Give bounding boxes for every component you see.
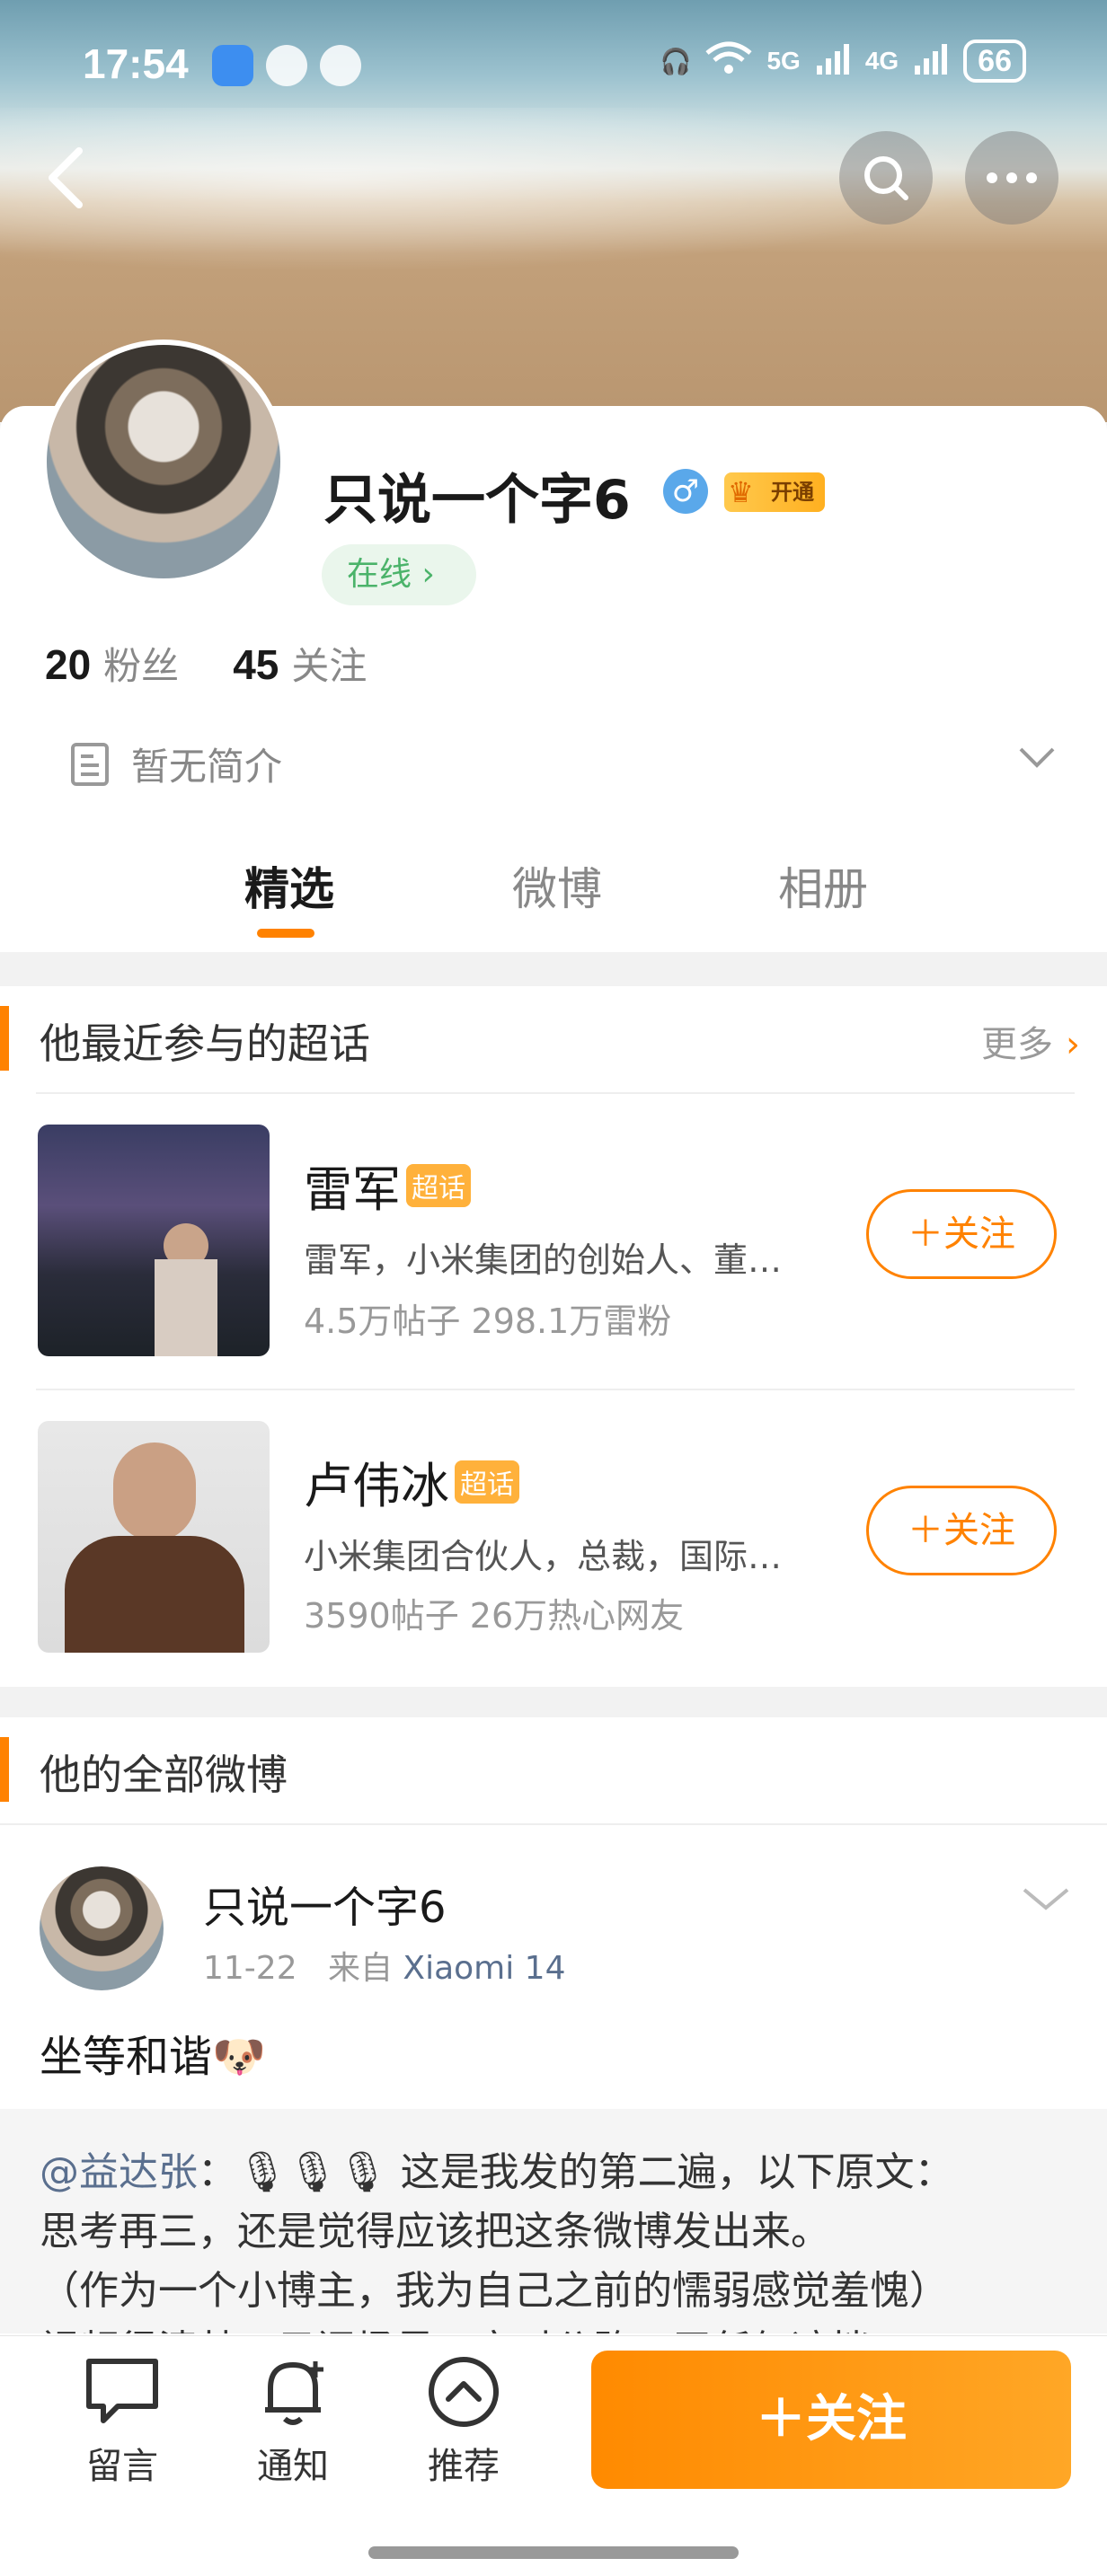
fans-count: 20 — [45, 641, 92, 688]
chevron-left-icon — [49, 147, 83, 208]
post-author-name[interactable]: 只说一个字6 — [203, 1872, 447, 1935]
fans-label: 粉丝 — [103, 644, 180, 688]
profile-tabs: 精选 微博 相册 — [0, 853, 1107, 952]
topic-image-leijun[interactable] — [38, 1125, 270, 1356]
home-indicator[interactable] — [368, 2546, 739, 2559]
post-meta: 11-22 来自 Xiaomi 14 — [203, 1942, 566, 1989]
post-author-avatar[interactable] — [40, 1866, 164, 1990]
post-source: Xiaomi 14 — [403, 1950, 566, 1987]
all-weibo-title: 他的全部微博 — [40, 1751, 288, 1799]
person-body-shape — [65, 1536, 244, 1653]
bio-expand-button[interactable] — [1017, 745, 1057, 774]
repost-line: @益达张：🎙🎙🎙 这是我发的第二遍，以下原文： — [40, 2139, 954, 2197]
super-topic-badge: 超话 — [406, 1163, 471, 1207]
notify-button[interactable]: 通知 — [230, 2354, 356, 2489]
bottom-action-bar: 留言 通知 推荐 ＋关注 — [0, 2335, 1107, 2576]
topic-image-luweibing[interactable] — [38, 1421, 270, 1653]
more-label: 更多 — [981, 1024, 1053, 1065]
topic-stats: 3590帖子 26万热心网友 — [304, 1596, 685, 1636]
post-menu-button[interactable] — [1021, 1884, 1071, 1917]
comment-label: 留言 — [86, 2446, 158, 2487]
super-topics-more-link[interactable]: 更多 › — [981, 1015, 1080, 1067]
topic-stats: 4.5万帖子 298.1万雷粉 — [304, 1301, 672, 1341]
post-date: 11-22 — [203, 1950, 297, 1987]
post-source-prefix: 来自 — [327, 1950, 393, 1987]
status-time: 17:54 — [83, 40, 189, 87]
wifi-icon — [705, 40, 753, 83]
chevron-up-circle-icon — [429, 2357, 499, 2427]
follow-user-button[interactable]: ＋关注 — [591, 2351, 1071, 2489]
following-count: 45 — [233, 641, 279, 688]
section-accent-bar — [0, 1737, 9, 1802]
person-body-shape — [155, 1259, 217, 1356]
repost-line: 思考再三，还是觉得应该把这条微博发出来。 — [40, 2209, 830, 2254]
vip-label: 开通 — [771, 480, 814, 505]
more-options-button[interactable] — [965, 131, 1058, 225]
crown-icon: ♛ — [728, 475, 754, 509]
following-stat[interactable]: 45 关注 — [233, 636, 367, 691]
recommend-label: 推荐 — [428, 2446, 500, 2487]
super-topic-badge: 超话 — [455, 1460, 519, 1504]
repost-text: ：🎙🎙🎙 这是我发的第二遍，以下原文： — [198, 2149, 954, 2195]
follow-stats: 20 粉丝 45 关注 — [45, 636, 367, 691]
chevron-right-icon: › — [1066, 1024, 1080, 1065]
divider — [0, 1823, 1107, 1825]
notify-label: 通知 — [257, 2446, 329, 2487]
repost-line: （作为一个小博主，我为自己之前的懦弱感觉羞愧） — [40, 2268, 949, 2314]
signal-icon-1 — [815, 40, 851, 83]
banner-sea-highlight — [0, 108, 1107, 287]
chevron-down-icon — [1023, 1888, 1069, 1910]
signal-icon-2 — [913, 40, 949, 83]
reposted-content[interactable]: @益达张：🎙🎙🎙 这是我发的第二遍，以下原文： 思考再三，还是觉得应该把这条微博… — [0, 2109, 1107, 2333]
status-bar: 17:54 🎧 5G 4G 66 — [0, 0, 1107, 126]
status-right-icons: 🎧 5G 4G 66 — [660, 40, 1026, 83]
network-4g-label: 4G — [864, 47, 899, 75]
more-dots-icon — [987, 172, 1037, 183]
following-label: 关注 — [291, 644, 368, 688]
comment-icon — [86, 2359, 158, 2423]
vip-open-badge[interactable]: ♛ 开通 — [724, 472, 825, 512]
message-app-icon — [212, 45, 253, 86]
network-5g-label: 5G — [766, 47, 801, 75]
section-accent-bar — [0, 1006, 9, 1071]
male-gender-icon: ♂ — [663, 469, 708, 514]
bio-text: 暂无简介 — [131, 745, 283, 789]
topic-description: 小米集团合伙人，总裁，国际… — [304, 1537, 783, 1576]
topic-name-row: 卢伟冰 超话 — [304, 1446, 519, 1517]
follow-topic-button[interactable]: ＋关注 — [866, 1189, 1057, 1279]
gesture-app-icon — [320, 45, 361, 86]
mention-link[interactable]: @益达张 — [40, 2149, 198, 2195]
bell-plus-icon — [265, 2361, 323, 2425]
chevron-down-icon — [1019, 747, 1055, 768]
search-button[interactable] — [839, 131, 933, 225]
tab-weibo[interactable]: 微博 — [512, 853, 602, 918]
search-icon — [864, 156, 908, 200]
topic-name: 卢伟冰 — [304, 1458, 449, 1514]
audio-app-icon — [266, 45, 307, 86]
fans-stat[interactable]: 20 粉丝 — [45, 636, 179, 691]
topic-name-row: 雷军 超话 — [304, 1150, 471, 1221]
active-tab-indicator — [257, 929, 314, 938]
topic-name: 雷军 — [304, 1161, 401, 1218]
repost-line: 视频很清楚，只问场景，实时公路，无任何遮挡 — [40, 2317, 870, 2333]
super-topics-title: 他最近参与的超话 — [40, 1019, 370, 1068]
topic-description: 雷军，小米集团的创始人、董… — [304, 1240, 783, 1280]
online-status-pill[interactable]: 在线 › — [322, 544, 476, 605]
follow-topic-button[interactable]: ＋关注 — [866, 1486, 1057, 1575]
headphone-icon: 🎧 — [660, 47, 692, 75]
document-icon — [71, 742, 109, 786]
back-button[interactable] — [40, 144, 93, 212]
tab-featured[interactable]: 精选 — [244, 853, 334, 918]
tab-album[interactable]: 相册 — [778, 853, 868, 918]
divider — [36, 1389, 1075, 1390]
battery-indicator: 66 — [963, 40, 1026, 83]
profile-avatar[interactable] — [41, 340, 286, 584]
divider — [36, 1092, 1075, 1094]
person-head-shape — [113, 1442, 196, 1541]
profile-username: 只说一个字6 — [323, 469, 631, 532]
post-text: 坐等和谐🐶 — [40, 2032, 266, 2082]
comment-button[interactable]: 留言 — [59, 2354, 185, 2489]
bio-row[interactable]: 暂无简介 — [70, 737, 282, 791]
recommend-button[interactable]: 推荐 — [401, 2354, 527, 2489]
